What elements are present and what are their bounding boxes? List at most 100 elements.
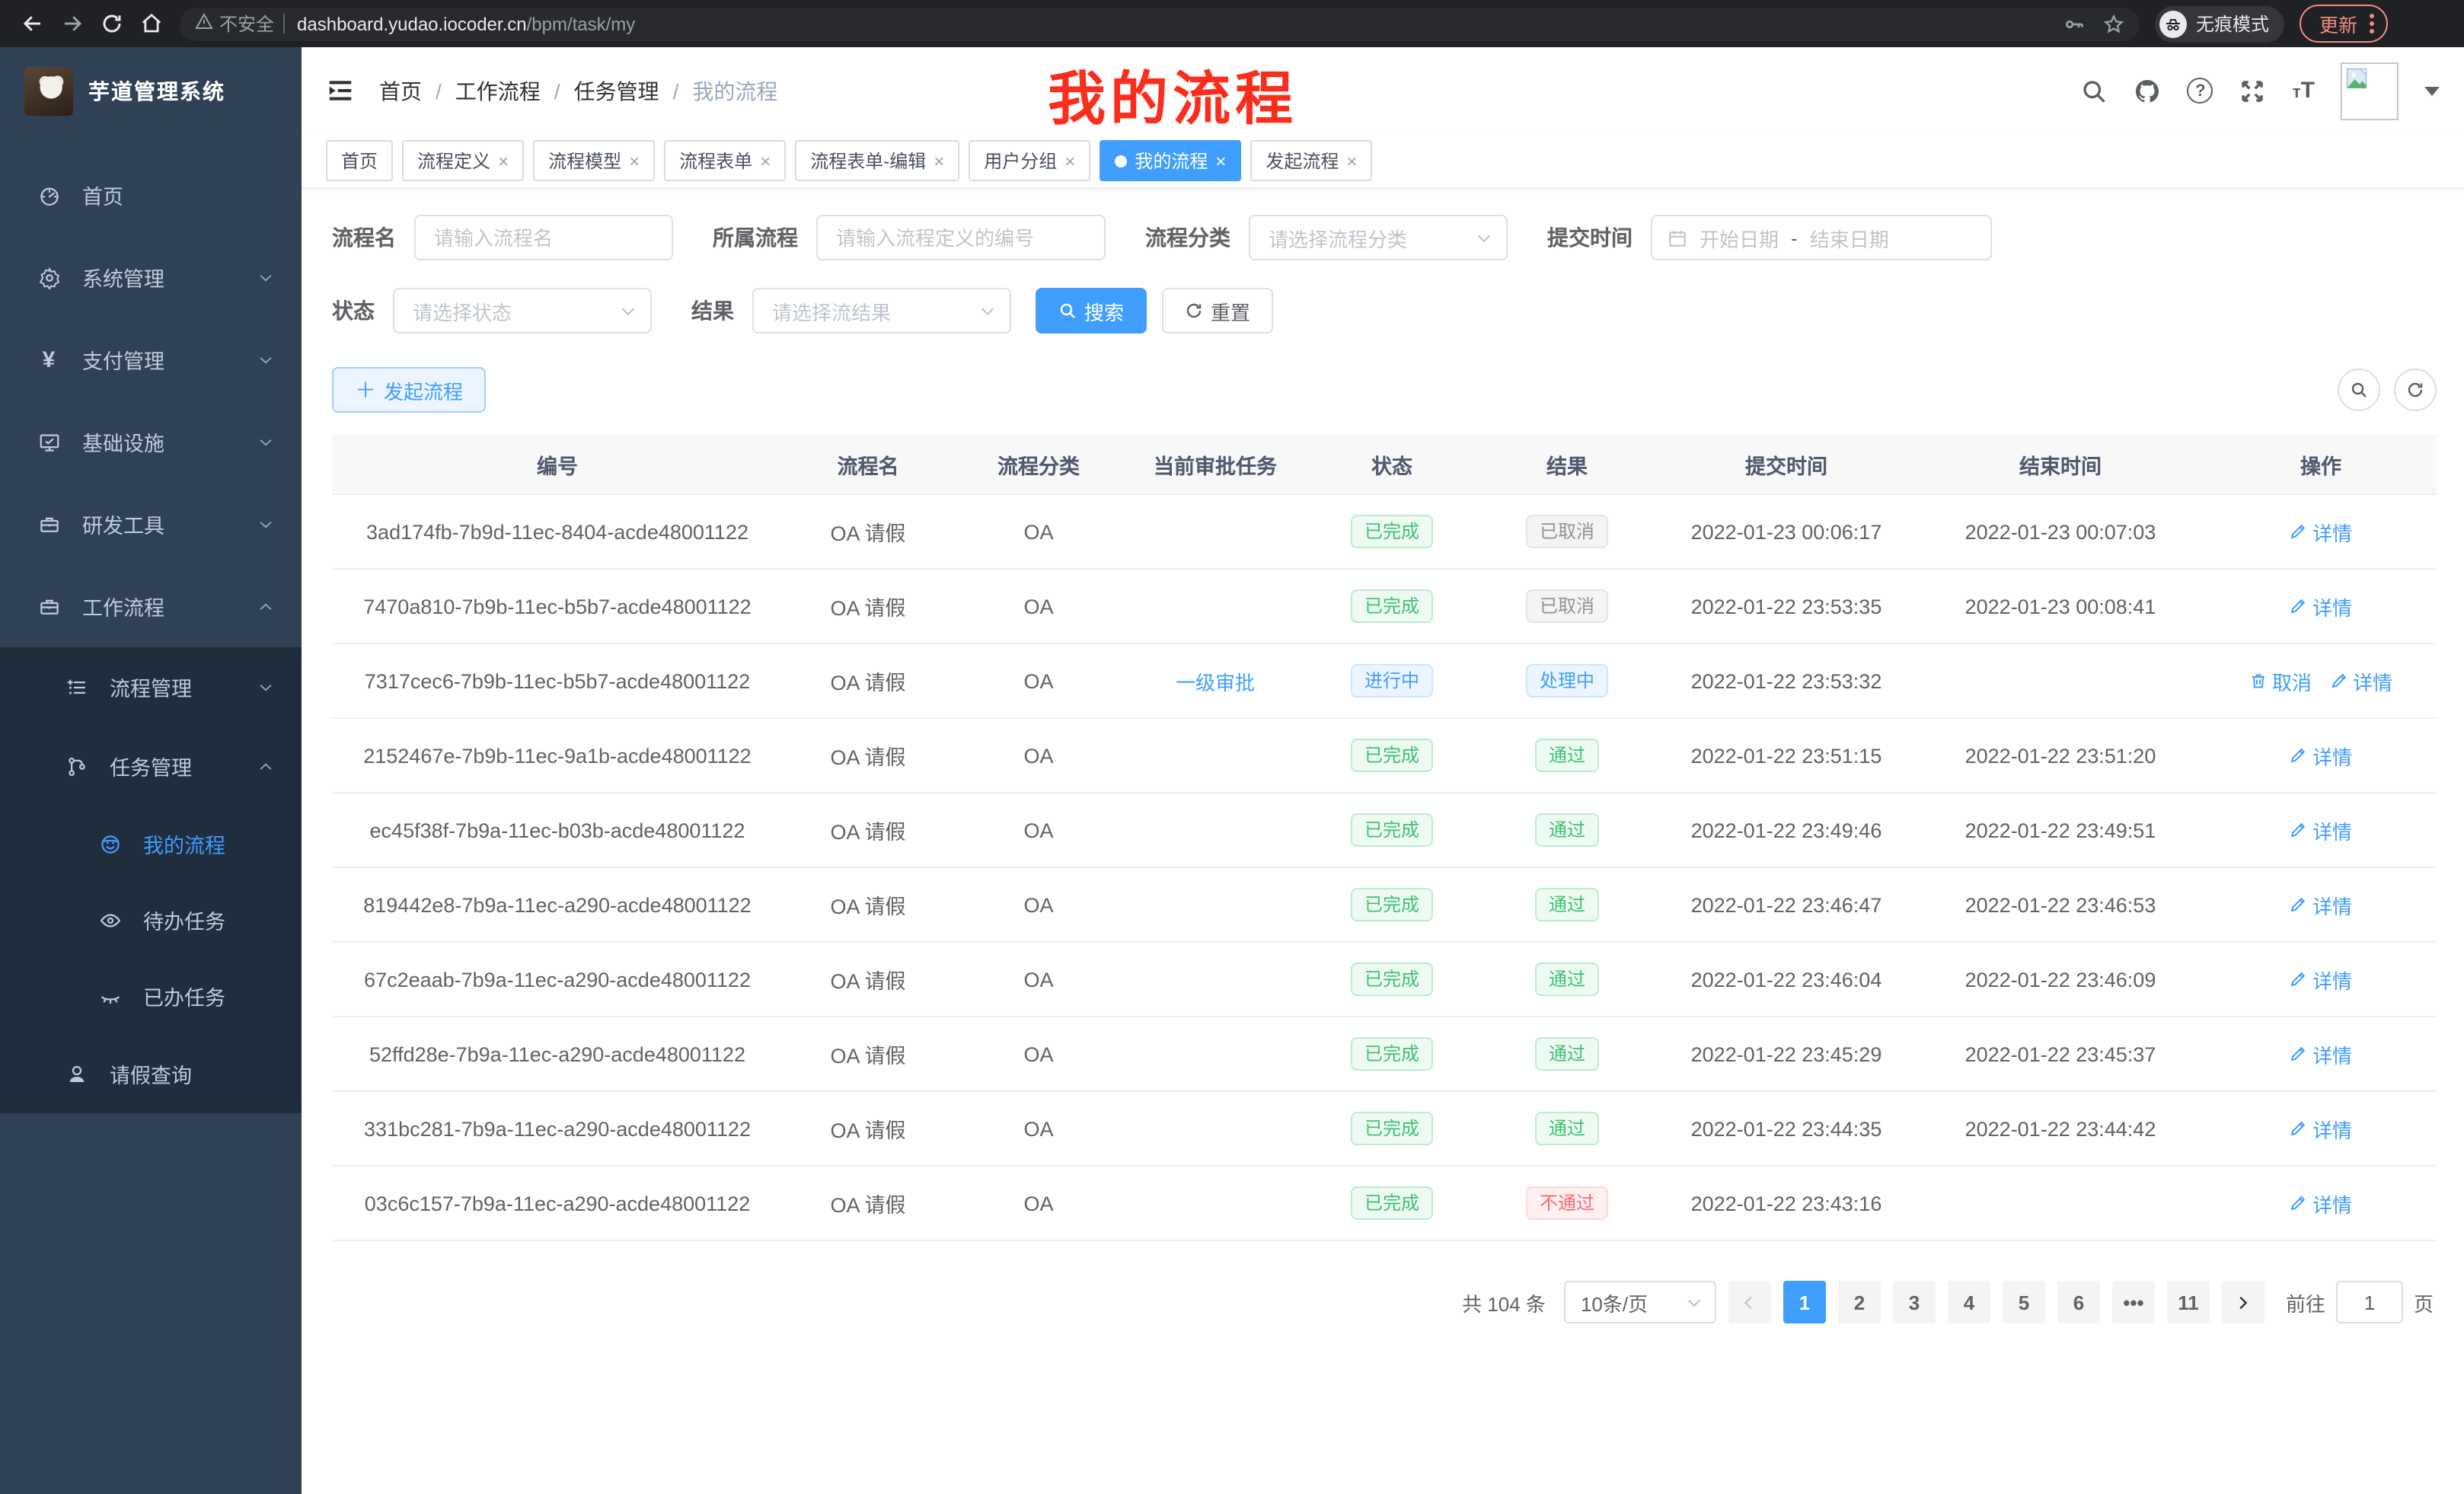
status-tag: 已完成 xyxy=(1351,813,1433,847)
avatar[interactable] xyxy=(2341,62,2399,120)
breadcrumb-workflow[interactable]: 工作流程 xyxy=(455,75,541,106)
page-button-5[interactable]: 5 xyxy=(2003,1281,2045,1323)
incognito-icon xyxy=(2159,10,2187,37)
close-tab-icon[interactable]: × xyxy=(1064,150,1075,171)
page-button-4[interactable]: 4 xyxy=(1948,1281,1990,1323)
tab-3[interactable]: 流程表单× xyxy=(664,140,786,181)
tab-7[interactable]: 发起流程× xyxy=(1250,140,1372,181)
toggle-search-icon[interactable] xyxy=(2338,369,2380,411)
col-actions: 操作 xyxy=(2205,449,2437,479)
tab-6[interactable]: 我的流程× xyxy=(1100,140,1241,181)
detail-link[interactable]: 详情 xyxy=(2290,816,2352,844)
reset-button[interactable]: 重置 xyxy=(1162,288,1273,334)
forward-icon[interactable] xyxy=(52,4,91,43)
fullscreen-icon[interactable] xyxy=(2239,77,2267,104)
close-tab-icon[interactable]: × xyxy=(1215,150,1226,171)
detail-link[interactable]: 详情 xyxy=(2290,592,2352,621)
page-size-select[interactable]: 10条/页 xyxy=(1564,1281,1716,1323)
detail-link[interactable]: 详情 xyxy=(2290,517,2352,546)
detail-link[interactable]: 详情 xyxy=(2290,1189,2352,1218)
cell-id: 7470a810-7b9b-11ec-b5b7-acde48001122 xyxy=(332,595,783,618)
process-name-input[interactable] xyxy=(414,215,673,260)
tab-5[interactable]: 用户分组× xyxy=(969,140,1090,181)
avatar-caret-icon[interactable] xyxy=(2424,86,2440,103)
breadcrumb-home[interactable]: 首页 xyxy=(379,75,422,106)
sidebar-item-2[interactable]: ¥支付管理 xyxy=(0,318,302,401)
page-button-6[interactable]: 6 xyxy=(2057,1281,2100,1323)
reload-icon[interactable] xyxy=(91,4,131,43)
result-select[interactable]: 请选择流结果 xyxy=(752,288,1011,334)
search-icon[interactable] xyxy=(2081,77,2108,104)
page-button-2[interactable]: 2 xyxy=(1838,1281,1881,1323)
help-icon[interactable]: ? xyxy=(2188,78,2213,104)
page-button-1[interactable]: 1 xyxy=(1783,1281,1826,1323)
github-icon[interactable] xyxy=(2134,77,2162,104)
tab-2[interactable]: 流程模型× xyxy=(533,140,655,181)
pagination: 共 104 条 10条/页 123456 ••• 11 xyxy=(332,1281,2434,1323)
cancel-link[interactable]: 取消 xyxy=(2249,666,2312,695)
refresh-table-icon[interactable] xyxy=(2394,369,2437,411)
sidebar-item-1[interactable]: 系统管理 xyxy=(0,236,302,318)
plus-icon: ＋ xyxy=(355,379,376,401)
back-icon[interactable] xyxy=(12,4,52,43)
bookmark-star-icon[interactable] xyxy=(2103,13,2124,34)
close-tab-icon[interactable]: × xyxy=(629,150,640,171)
tab-0[interactable]: 首页 xyxy=(326,140,393,181)
sidebar-item-6[interactable]: 流程管理 xyxy=(0,647,302,726)
cell-id: 03c6c157-7b9a-11ec-a290-acde48001122 xyxy=(332,1192,783,1215)
page-button-11[interactable]: 11 xyxy=(2167,1281,2210,1323)
sidebar-item-11[interactable]: 请假查询 xyxy=(0,1034,302,1113)
detail-link[interactable]: 详情 xyxy=(2290,1114,2352,1143)
task-link[interactable]: 一级审批 xyxy=(1176,666,1255,695)
sidebar-item-5[interactable]: 工作流程 xyxy=(0,565,302,647)
category-select[interactable]: 请选择流程分类 xyxy=(1249,215,1508,260)
total-count: 共 104 条 xyxy=(1462,1288,1546,1317)
password-key-icon[interactable] xyxy=(2063,13,2085,34)
submit-time-range[interactable]: 开始日期 - 结束日期 xyxy=(1651,215,1992,260)
process-def-input[interactable] xyxy=(816,215,1106,260)
detail-link[interactable]: 详情 xyxy=(2330,666,2392,695)
close-tab-icon[interactable]: × xyxy=(760,150,771,171)
sidebar-item-label: 基础设施 xyxy=(82,426,164,457)
cell-submit-time: 2022-01-22 23:44:35 xyxy=(1657,1117,1916,1140)
sidebar-item-9[interactable]: 待办任务 xyxy=(0,882,302,958)
address-bar[interactable]: 不安全 dashboard.yudao.iocoder.cn/bpm/task/… xyxy=(180,7,2140,40)
update-label: 更新 xyxy=(2319,9,2357,38)
close-tab-icon[interactable]: × xyxy=(934,150,944,171)
sidebar-item-7[interactable]: 任务管理 xyxy=(0,726,302,806)
search-button[interactable]: 搜索 xyxy=(1036,288,1147,334)
sidebar-item-8[interactable]: 我的流程 xyxy=(0,806,302,882)
goto-page-input[interactable] xyxy=(2336,1281,2403,1323)
breadcrumb-task[interactable]: 任务管理 xyxy=(574,75,659,106)
font-size-icon[interactable]: тT xyxy=(2293,78,2315,104)
result-tag: 通过 xyxy=(1535,962,1599,996)
close-tab-icon[interactable]: × xyxy=(1346,150,1357,171)
col-name: 流程名 xyxy=(783,449,953,479)
sidebar-item-10[interactable]: 已办任务 xyxy=(0,958,302,1034)
prev-page-button[interactable] xyxy=(1728,1281,1771,1323)
page-button-3[interactable]: 3 xyxy=(1893,1281,1936,1323)
tab-1[interactable]: 流程定义× xyxy=(402,140,524,181)
app-logo-row[interactable]: 芋道管理系统 xyxy=(0,47,302,132)
home-icon[interactable] xyxy=(131,4,171,43)
status-select[interactable]: 请选择状态 xyxy=(393,288,652,334)
chevron-down-icon xyxy=(257,269,274,286)
cell-category: OA xyxy=(953,1117,1124,1140)
next-page-button[interactable] xyxy=(2222,1281,2265,1323)
sidebar-item-0[interactable]: 首页 xyxy=(0,154,302,236)
sidebar-item-4[interactable]: 研发工具 xyxy=(0,483,302,565)
create-process-button[interactable]: ＋ 发起流程 xyxy=(332,367,486,413)
detail-link[interactable]: 详情 xyxy=(2290,1039,2352,1068)
tab-4[interactable]: 流程表单-编辑× xyxy=(795,140,959,181)
update-button[interactable]: 更新 xyxy=(2300,5,2388,43)
detail-link[interactable]: 详情 xyxy=(2290,965,2352,994)
close-tab-icon[interactable]: × xyxy=(498,150,509,171)
collapse-sidebar-icon[interactable] xyxy=(326,76,355,105)
page-button-•••[interactable]: ••• xyxy=(2112,1281,2155,1323)
detail-link[interactable]: 详情 xyxy=(2290,741,2352,770)
cell-id: 2152467e-7b9b-11ec-9a1b-acde48001122 xyxy=(332,744,783,767)
browser-menu-icon[interactable] xyxy=(2370,14,2374,34)
sidebar-menu: 首页系统管理¥支付管理基础设施研发工具工作流程流程管理任务管理我的流程待办任务已… xyxy=(0,132,302,1113)
sidebar-item-3[interactable]: 基础设施 xyxy=(0,401,302,483)
detail-link[interactable]: 详情 xyxy=(2290,890,2352,919)
